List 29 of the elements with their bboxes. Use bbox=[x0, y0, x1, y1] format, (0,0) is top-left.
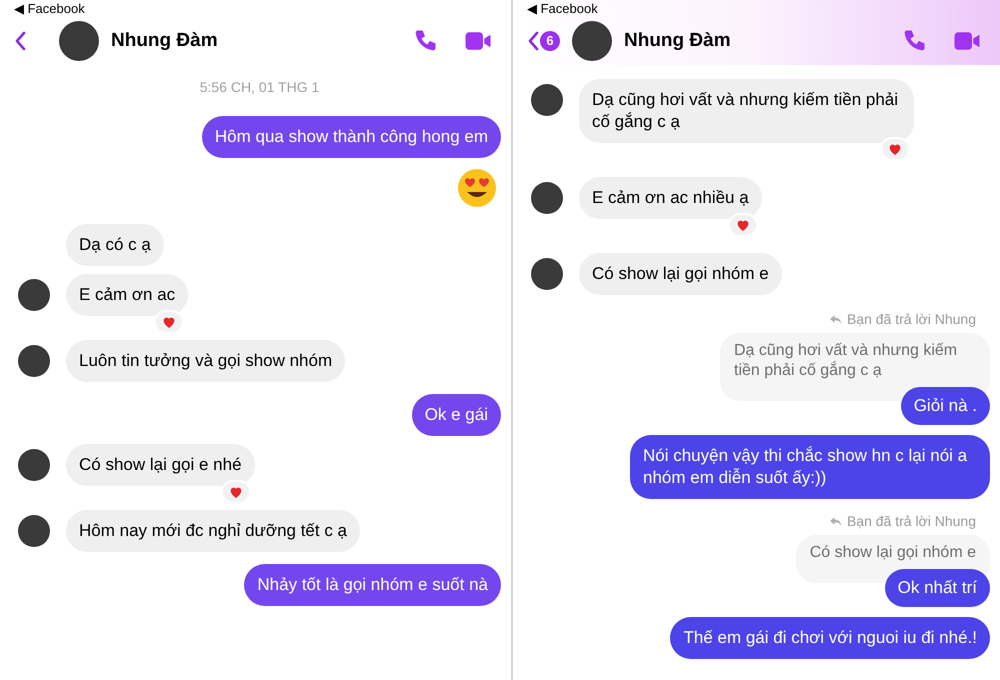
incoming-message: Dạ cũng hơi vất và nhưng kiếm tiền phải cố gắng c ạ bbox=[579, 79, 914, 143]
incoming-message: Luôn tin tưởng và gọi show nhóm bbox=[66, 340, 346, 382]
incoming-message: Dạ có c ạ bbox=[66, 224, 164, 266]
reply-note: Bạn đã trả lời Nhung bbox=[846, 310, 976, 329]
contact-avatar bbox=[59, 21, 99, 61]
facebook-back-link[interactable]: ◀ Facebook bbox=[513, 0, 1000, 17]
reply-note: Bạn đã trả lời Nhung bbox=[846, 512, 976, 531]
outgoing-message: Ok nhất trí bbox=[884, 569, 990, 607]
facebook-back-link[interactable]: ◀ Facebook bbox=[0, 0, 511, 17]
heart-eyes-emoji-icon bbox=[457, 168, 497, 208]
contact-name: Nhung Đàm bbox=[624, 28, 731, 53]
reply-icon bbox=[828, 516, 842, 527]
outgoing-message: Thế em gái đi chơi với nguoi iu đi nhé.! bbox=[670, 617, 990, 659]
reply-icon bbox=[828, 314, 842, 325]
incoming-message: Có show lại gọi nhóm e bbox=[579, 253, 782, 295]
incoming-message: E cảm ơn ac bbox=[66, 274, 188, 316]
outgoing-message: Hôm qua show thành công hong em bbox=[202, 116, 501, 158]
outgoing-message: Ok e gái bbox=[412, 394, 501, 436]
timestamp: 5:56 CH, 01 THG 1 bbox=[198, 78, 320, 97]
contact-name: Nhung Đàm bbox=[111, 28, 218, 53]
contact-avatar bbox=[572, 21, 612, 61]
incoming-message: Có show lại gọi e nhé bbox=[66, 444, 255, 486]
unread-count-badge: 6 bbox=[540, 31, 560, 51]
incoming-message: E cảm ơn ac nhiều ạ bbox=[579, 177, 762, 219]
outgoing-message: Nói chuyện vậy thi chắc show hn c lại nói a nhóm em diễn suốt ấy:)) bbox=[630, 435, 990, 499]
incoming-message: Hôm nay mới đc nghỉ dưỡng tết c ạ bbox=[66, 510, 360, 552]
back-icon[interactable] bbox=[527, 31, 539, 51]
outgoing-message: Nhảy tốt là gọi nhóm e suốt nà bbox=[244, 564, 501, 606]
back-icon[interactable] bbox=[14, 31, 26, 51]
